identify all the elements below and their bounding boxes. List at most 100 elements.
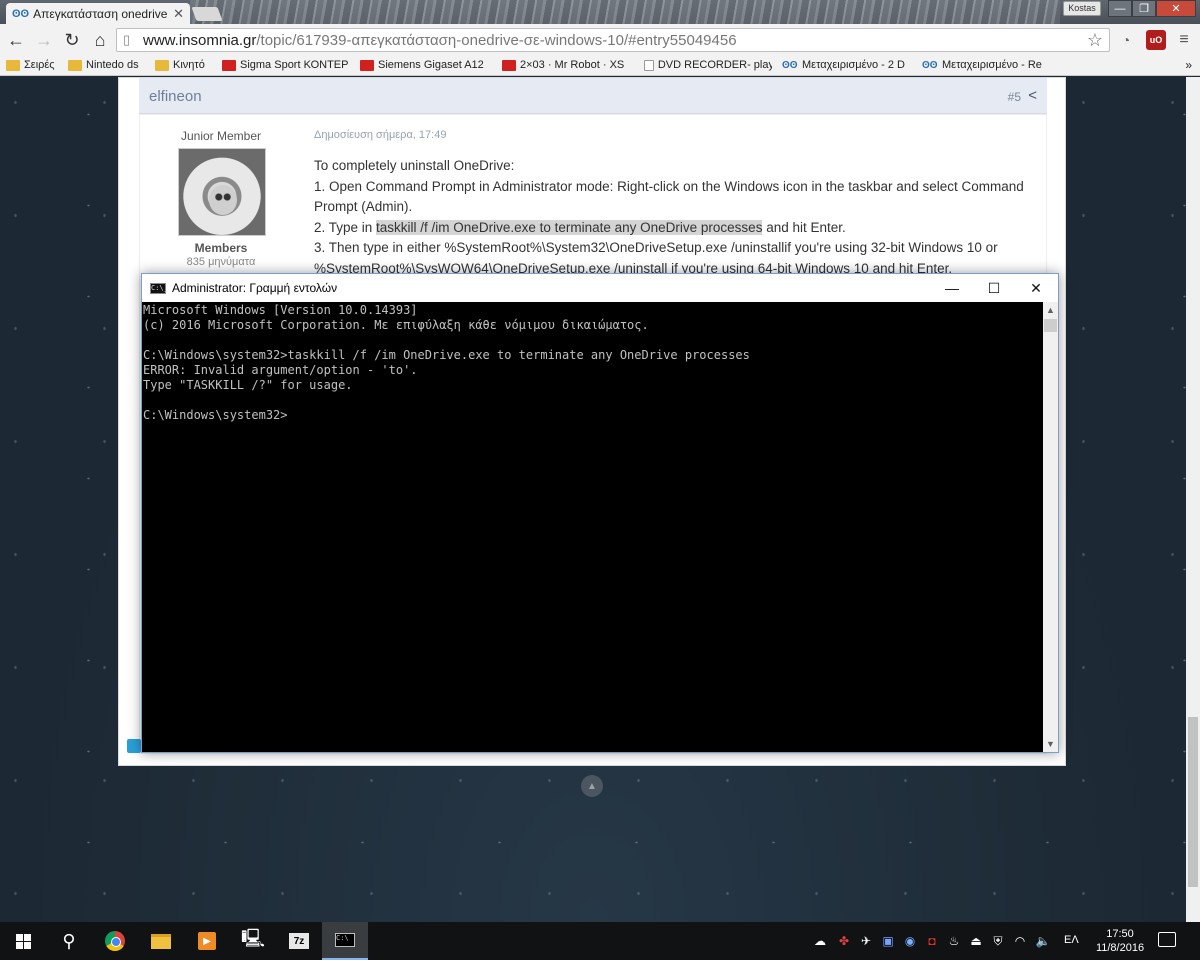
chrome-taskbar-button[interactable] (92, 922, 138, 960)
bookmark-item[interactable]: Σειρές (6, 59, 62, 71)
cmd-title: Administrator: Γραμμή εντολών (172, 281, 338, 295)
bookmark-item[interactable]: DVD RECORDER- play (644, 59, 772, 71)
scrollbar-thumb[interactable] (1188, 717, 1198, 887)
clock-date: 11/8/2016 (1095, 942, 1145, 954)
scroll-down-icon[interactable]: ▼ (1043, 736, 1058, 752)
scroll-up-icon[interactable]: ▲ (1043, 302, 1058, 318)
search-icon[interactable]: ⚲ (46, 922, 92, 960)
insomnia-icon: ʘʘ (12, 7, 30, 20)
bookmark-item[interactable]: Κινητό (155, 59, 215, 71)
page-icon (644, 59, 654, 71)
cmd-taskbar-button[interactable]: C:\ (322, 922, 368, 960)
post-author[interactable]: elfineon (149, 88, 202, 105)
browser-tabstrip: ʘʘ Απεγκατάσταση onedrive ✕ Kostas — ❐ ✕ (0, 0, 1200, 24)
browser-tab[interactable]: ʘʘ Απεγκατάσταση onedrive ✕ (6, 3, 190, 24)
bookmarks-overflow-button[interactable]: » (1185, 58, 1192, 72)
bookmark-item[interactable]: Siemens Gigaset A12 (360, 59, 490, 71)
post-content: To completely uninstall OneDrive: 1. Ope… (314, 156, 1039, 279)
cmd-maximize-button[interactable]: ☐ (972, 274, 1016, 302)
window-minimize-button[interactable]: — (1108, 0, 1132, 17)
bookmarks-bar: Σειρές Nintedo ds Κινητό Sigma Sport ΚΟΝ… (0, 56, 1200, 76)
post-number[interactable]: #5 (1008, 90, 1021, 104)
console-scrollbar[interactable]: ▲ ▼ (1043, 302, 1058, 752)
bookmark-item[interactable]: ʘʘ Μεταχειρισμένο - Re (922, 59, 1052, 71)
cmd-window[interactable]: C:\_ Administrator: Γραμμή εντολών — ☐ ✕… (141, 273, 1059, 753)
share-icon[interactable]: < (1028, 87, 1037, 104)
cloud-icon[interactable]: ☁ (810, 922, 830, 960)
cmd-titlebar[interactable]: C:\_ Administrator: Γραμμή εντολών (142, 274, 1058, 302)
post-line: To completely uninstall OneDrive: (314, 158, 515, 173)
clock[interactable]: 17:50 11/8/2016 (1090, 927, 1150, 955)
antivirus-icon[interactable]: ◘ (922, 922, 942, 960)
page-scrollbar[interactable] (1186, 77, 1200, 922)
action-center-icon[interactable] (1158, 932, 1176, 947)
cmd-icon: C:\ (335, 933, 355, 947)
bookmark-item[interactable]: Nintedo ds (68, 59, 148, 71)
bookmark-star-icon[interactable]: ☆ (1087, 30, 1103, 51)
scrollbar-thumb[interactable] (1044, 319, 1057, 332)
cmd-icon: C:\_ (150, 282, 168, 294)
home-icon[interactable]: ⌂ (88, 28, 112, 52)
start-button[interactable] (0, 922, 46, 960)
ublock-icon[interactable]: uO (1146, 30, 1166, 50)
game-icon[interactable]: ✤ (834, 922, 854, 960)
folder-icon (151, 933, 171, 949)
tab-title: Απεγκατάσταση onedrive (33, 6, 168, 21)
clock-time: 17:50 (1106, 928, 1134, 940)
computer-icon: 🖳 (240, 928, 265, 948)
cmd-minimize-button[interactable]: — (930, 274, 974, 302)
post-date: Δημοσίευση σήμερα, 17:49 (314, 129, 447, 141)
post-line: 2. Type in taskkill /f /im OneDrive.exe … (314, 219, 846, 235)
explorer-taskbar-button[interactable] (138, 922, 184, 960)
folder-icon (6, 59, 20, 71)
page-icon: ▯ (123, 32, 131, 47)
network-app-taskbar-button[interactable]: 🖳 (230, 922, 276, 960)
bookmark-item[interactable]: ʘʘ Μεταχειρισμένο - 2 D (782, 59, 912, 71)
post-header: elfineon #5 < (139, 78, 1047, 114)
chrome-icon (105, 931, 125, 951)
bookmark-item[interactable]: 2×03 · Mr Robot · XS (502, 59, 632, 71)
window-restore-button[interactable]: ❐ (1132, 0, 1156, 17)
post-line: 1. Open Command Prompt in Administrator … (314, 178, 1024, 215)
member-group: Members (194, 241, 248, 255)
reload-icon[interactable]: ↻ (60, 28, 84, 52)
back-icon[interactable]: ← (4, 28, 28, 52)
xs-icon (502, 59, 516, 71)
windows-icon (15, 933, 31, 949)
usb-icon[interactable]: ⏏ (966, 922, 986, 960)
selected-text: taskkill /f /im OneDrive.exe to terminat… (376, 219, 763, 235)
insomnia-icon: ʘʘ (782, 59, 798, 71)
7zip-taskbar-button[interactable]: 7z (276, 922, 322, 960)
url-path: /topic/617939-απεγκατάσταση-onedrive-σε-… (256, 31, 737, 49)
forward-icon[interactable]: → (32, 28, 56, 52)
taskbar: ⚲ ▶ 🖳 7z C:\ ☁ ✤ ✈ ▣ ◉ ◘ ♨ ⏏ ⛨ ◠ 🔈 ΕΛ 17… (0, 922, 1200, 960)
menu-icon[interactable]: ≡ (1174, 30, 1194, 50)
tab-close-icon[interactable]: ✕ (173, 6, 184, 22)
steam-icon[interactable]: ♨ (944, 922, 964, 960)
avatar[interactable] (178, 148, 266, 236)
siemens-icon (360, 59, 374, 71)
bookmark-item[interactable]: Sigma Sport ΚΟΝΤΕΡ (222, 59, 352, 71)
address-bar[interactable]: ▯ www.insomnia.gr/topic/617939-απεγκατάσ… (116, 28, 1110, 52)
shield-icon[interactable]: ⛨ (988, 922, 1008, 960)
member-rank: Junior Member (180, 129, 262, 143)
monitor-icon[interactable]: ▣ (878, 922, 898, 960)
window-close-button[interactable]: ✕ (1156, 0, 1196, 17)
antenna-icon[interactable]: ✈ (856, 922, 876, 960)
media-player-taskbar-button[interactable]: ▶ (184, 922, 230, 960)
scroll-to-top-button[interactable]: ▲ (581, 775, 603, 797)
new-tab-button[interactable] (191, 7, 223, 21)
url-host: www.insomnia.gr (143, 31, 257, 49)
insomnia-icon: ʘʘ (922, 59, 938, 71)
profile-button[interactable]: Kostas (1063, 1, 1101, 16)
browser-toolbar: ← → ↻ ⌂ ▯ www.insomnia.gr/topic/617939-α… (0, 24, 1200, 56)
twitter-icon[interactable] (127, 739, 141, 753)
wifi-icon[interactable]: ◠ (1010, 922, 1030, 960)
vpn-icon[interactable]: ◉ (900, 922, 920, 960)
post-count: 835 μηνύματα (186, 256, 256, 268)
cmd-close-button[interactable]: ✕ (1014, 274, 1058, 302)
volume-icon[interactable]: 🔈 (1032, 922, 1054, 960)
language-indicator[interactable]: ΕΛ (1064, 934, 1079, 946)
ghostery-icon[interactable]: ◔ (1116, 30, 1136, 50)
console-output[interactable]: Microsoft Windows [Version 10.0.14393] (… (142, 302, 1043, 752)
